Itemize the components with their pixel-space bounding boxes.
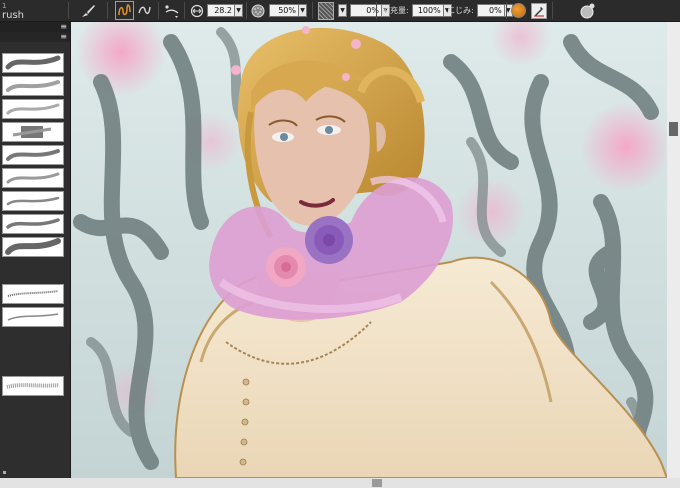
vertical-scrollbar[interactable] [667,22,680,478]
density-control: 50% ▼ [251,0,307,21]
panel-title-group: 1 rush [2,0,24,21]
brush-preset[interactable] [2,237,64,257]
refill-control: 補充量: 100% ▼ [382,0,452,21]
brush-preset[interactable] [2,145,64,165]
brush-preset[interactable] [2,376,64,396]
horizontal-scroll-thumb[interactable] [372,479,382,487]
top-toolbar: 1 rush 28.2 ▼ 50% ▼ ▼ 0% ▼ 補充量: 100% ▼ に… [0,0,680,22]
line-mode-icon [163,3,181,19]
brush-preset[interactable] [2,214,64,234]
blur-control: にじみ: 0% ▼ [447,0,513,21]
brush-icon [80,3,96,19]
brush-preset[interactable] [2,122,64,142]
eyedropper-button[interactable] [531,0,547,21]
texture-dropdown[interactable]: ▼ [338,4,347,17]
brush-tip-preview[interactable] [578,0,598,21]
eyedropper-icon [531,2,547,19]
brush-preset[interactable] [2,76,64,96]
refill-input[interactable]: 100% [411,4,444,17]
stroke-mode-icon [115,1,134,20]
brush-preset[interactable] [2,191,64,211]
density-dropdown[interactable]: ▼ [299,4,307,17]
brush-preset[interactable] [2,307,64,327]
brush-tip-icon [578,2,598,20]
brush-size-dropdown[interactable]: ▼ [235,4,243,17]
brush-size-control: 28.2 ▼ [190,0,243,21]
horizontal-scrollbar[interactable] [0,478,680,488]
refill-label: 補充量: [382,6,409,15]
brush-panel: ≡ ≡ [0,22,71,478]
panel-title: rush [2,9,24,21]
panel-resize-dot[interactable] [3,471,6,474]
density-input[interactable]: 50% [269,4,299,17]
curve-icon [137,3,152,18]
brush-size-input[interactable]: 28.2 [207,4,235,17]
stroke-mode-smooth-button[interactable] [137,0,152,21]
panel-submenu-icon[interactable]: ≡ [60,33,67,41]
artwork [71,22,667,478]
texture-icon[interactable] [318,1,334,20]
texture-control: ▼ 0% ▼ [318,0,390,21]
panel-subheader: ≡ [0,32,70,42]
drawing-canvas[interactable] [71,22,667,478]
blur-input[interactable]: 0% [476,4,505,17]
brush-preset[interactable] [2,99,64,119]
texture-strength-input[interactable]: 0% [350,4,382,17]
brush-preset[interactable] [2,53,64,73]
panel-menu-icon[interactable]: ≡ [60,23,67,31]
line-mode-button[interactable] [163,0,181,21]
brush-preset[interactable] [2,168,64,188]
color-swatch-icon [511,3,526,18]
panel-header-strip: ≡ [0,22,70,32]
brush-size-icon [190,4,204,18]
brush-preset[interactable] [2,284,64,304]
vertical-scroll-thumb[interactable] [669,122,678,136]
brush-tool-button[interactable] [80,0,96,21]
stroke-mode-freehand-button[interactable] [115,0,134,21]
color-swatch[interactable] [511,0,526,21]
blur-label: にじみ: [447,6,474,15]
density-icon [251,4,265,18]
